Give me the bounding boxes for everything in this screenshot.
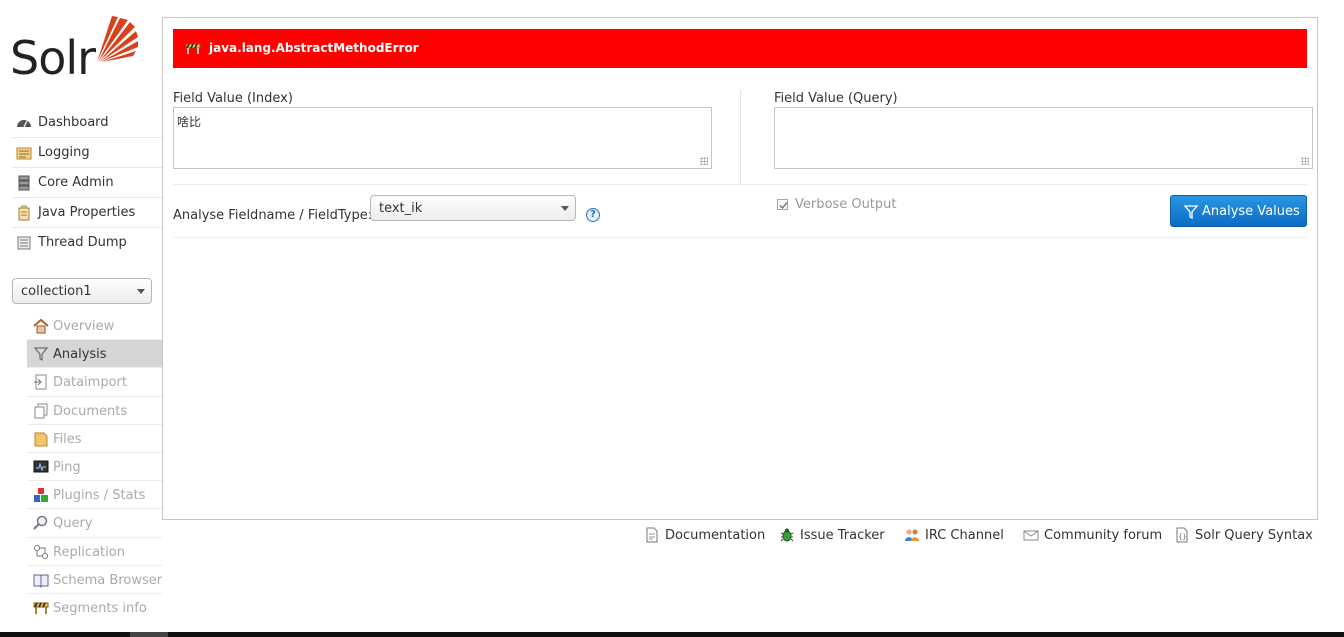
core-nav-dataimport[interactable]: Dataimport (27, 368, 162, 397)
footer-link-label: Community forum (1044, 528, 1163, 543)
core-nav-files[interactable]: Files (27, 425, 162, 453)
analyse-values-button[interactable]: Analyse Values (1170, 195, 1307, 227)
core-nav-label: Replication (53, 544, 125, 560)
column-divider (740, 90, 741, 184)
footer-link-label: Documentation (665, 528, 766, 543)
divider (173, 184, 1307, 185)
checkmark-icon (779, 202, 788, 210)
nav-label: Core Admin (38, 175, 114, 190)
query-field-label: Field Value (Query) (774, 91, 898, 106)
footer-links: Documentation Issue Tracker IRC Channel … (162, 524, 1318, 546)
chevron-down-icon (137, 289, 145, 294)
documents-icon (34, 403, 48, 419)
core-nav-ping[interactable]: Ping (27, 453, 162, 482)
help-icon[interactable]: ? (586, 208, 600, 222)
error-message: java.lang.AbstractMethodError (209, 41, 419, 55)
funnel-icon (1183, 205, 1199, 220)
core-selector[interactable]: collection1 (12, 278, 152, 304)
divider (173, 237, 1307, 238)
nav-label: Thread Dump (38, 235, 127, 250)
analyse-values-label: Analyse Values (1202, 204, 1300, 219)
core-nav-segments-info[interactable]: Segments info (27, 594, 162, 622)
taskbar-tab[interactable] (130, 632, 168, 637)
sun-icon (97, 16, 138, 62)
verbose-label: Verbose Output (795, 197, 897, 212)
index-field-value: 啥比 (177, 115, 202, 129)
resize-grip-icon[interactable] (1301, 157, 1309, 165)
bug-icon (780, 528, 794, 542)
folder-icon (34, 432, 48, 447)
core-nav-plugins-stats[interactable]: Plugins / Stats (27, 481, 162, 510)
chevron-down-icon (561, 206, 569, 211)
core-nav-schema-browser[interactable]: Schema Browser (27, 566, 162, 594)
core-nav-label: Plugins / Stats (53, 488, 146, 504)
nav-dashboard[interactable]: Dashboard (12, 108, 162, 138)
core-nav-analysis[interactable]: Analysis (27, 340, 162, 369)
error-banner: java.lang.AbstractMethodError (173, 29, 1307, 68)
nav-logging[interactable]: Logging (12, 138, 162, 168)
dashboard-icon (17, 120, 31, 128)
nav-label: Logging (38, 145, 90, 160)
nav-label: Dashboard (38, 115, 109, 130)
nav-label: Java Properties (38, 205, 136, 220)
magnifier-icon (33, 516, 48, 531)
footer-link-label: IRC Channel (925, 528, 1004, 543)
core-nav-label: Query (53, 516, 93, 532)
mail-icon (1023, 530, 1039, 541)
java-properties-icon (18, 205, 30, 221)
index-field-label: Field Value (Index) (173, 91, 293, 106)
thread-dump-icon (17, 236, 31, 250)
main-nav: Dashboard Logging Core Admin Java Proper… (12, 108, 162, 258)
plugins-icon (34, 488, 48, 503)
index-field-input[interactable]: 啥比 (173, 107, 712, 169)
fieldtype-label: Analyse Fieldname / FieldType: (173, 208, 373, 223)
verbose-output-toggle[interactable]: Verbose Output (777, 197, 907, 215)
core-selector-value: collection1 (21, 284, 92, 299)
core-nav-label: Documents (53, 403, 128, 419)
fieldtype-select[interactable]: text_ik (370, 195, 576, 221)
core-nav-overview[interactable]: Overview (27, 312, 162, 341)
core-nav-label: Segments info (53, 600, 147, 616)
book-icon (33, 574, 49, 588)
verbose-checkbox[interactable] (777, 199, 788, 210)
nav-core-admin[interactable]: Core Admin (12, 168, 162, 198)
taskbar-strip (0, 632, 1344, 637)
query-syntax-icon: {} (1176, 527, 1188, 543)
barrier-icon (185, 43, 201, 54)
dataimport-icon (34, 374, 47, 390)
svg-text:{}: {} (1178, 533, 1186, 541)
footer-link-label: Solr Query Syntax (1195, 528, 1313, 543)
footer-link-label: Issue Tracker (800, 528, 885, 543)
segments-icon (33, 602, 49, 614)
document-icon (646, 527, 658, 543)
nav-thread-dump[interactable]: Thread Dump (12, 228, 162, 258)
nav-java-properties[interactable]: Java Properties (12, 198, 162, 228)
core-nav-label: Schema Browser (53, 572, 163, 588)
logo-wordmark: Solr (10, 31, 96, 85)
core-admin-icon (18, 175, 30, 191)
core-nav-label: Dataimport (53, 375, 127, 391)
fieldtype-select-value: text_ik (379, 201, 423, 216)
core-nav-query[interactable]: Query (27, 509, 162, 538)
funnel-icon (33, 347, 49, 361)
replication-icon (34, 544, 48, 559)
core-nav: Overview Analysis Dataimport Documents F… (27, 312, 162, 622)
core-nav-label: Files (53, 431, 82, 447)
ping-icon (33, 460, 49, 473)
logging-icon (16, 147, 32, 160)
query-field-input[interactable] (774, 107, 1313, 169)
core-nav-label: Overview (53, 319, 115, 334)
users-icon (905, 529, 919, 541)
core-nav-label: Ping (53, 459, 81, 475)
core-nav-label: Analysis (53, 347, 107, 363)
analysis-panel: java.lang.AbstractMethodError Field Valu… (162, 17, 1318, 520)
home-icon (33, 318, 49, 334)
resize-grip-icon[interactable] (700, 157, 708, 165)
core-nav-documents[interactable]: Documents (27, 397, 162, 425)
core-nav-replication[interactable]: Replication (27, 538, 162, 566)
solr-logo[interactable]: Solr (10, 16, 145, 88)
